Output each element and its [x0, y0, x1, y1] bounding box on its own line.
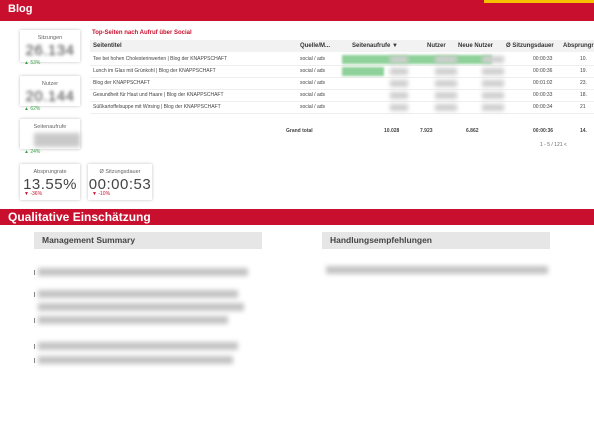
section-title: Qualitative Einschätzung [8, 210, 151, 224]
kpi-label: Absprungrate [33, 169, 67, 175]
bullet-marker [34, 344, 35, 349]
panel-title: Handlungsempfehlungen [330, 235, 432, 245]
redacted-value [435, 56, 457, 63]
redacted-value [482, 68, 504, 75]
column-header-session-duration[interactable]: Ø Sitzungsdauer [506, 43, 554, 49]
panel-recommendations: Handlungsempfehlungen [322, 232, 550, 249]
kpi-card-users[interactable]: Nutzer 20.144 ▲ 62% [20, 76, 80, 112]
column-header-users[interactable]: Nutzer [427, 43, 446, 49]
row-title: Tee bei hohen Cholesterinwerten | Blog d… [93, 56, 228, 62]
bullet-marker [34, 270, 35, 275]
redacted-value [482, 80, 504, 87]
row-title: Lunch im Glas mit Grünkohl | Blog der KN… [93, 68, 216, 74]
row-bounce: 23. [580, 80, 587, 86]
kpi-label: Seitenaufrufe [33, 124, 67, 130]
redacted-text [38, 268, 248, 276]
bullet-marker [34, 292, 35, 297]
row-source: social / ads [300, 104, 326, 110]
redacted-value [482, 92, 504, 99]
row-bounce: 21 [580, 104, 586, 110]
total-bounce: 14. [580, 128, 587, 134]
redacted-text [38, 356, 233, 364]
row-source: social / ads [300, 92, 326, 98]
panel-title: Management Summary [42, 235, 136, 245]
column-header-source[interactable]: Quelle/M... [300, 43, 330, 49]
kpi-label: Nutzer [41, 81, 59, 87]
redacted-value [435, 68, 457, 75]
table-row[interactable]: Süßkartoffelsuppe mit Wirsing | Blog der… [90, 102, 594, 114]
kpi-delta: ▲ 53% [24, 60, 41, 66]
column-header-bounce[interactable]: Absprungr [563, 43, 594, 49]
pageviews-bar [342, 67, 384, 76]
redacted-value [390, 80, 408, 87]
redacted-text [326, 266, 548, 274]
row-session-duration: 00:00:33 [533, 56, 553, 62]
kpi-delta: ▲ 24% [24, 149, 41, 155]
kpi-delta: ▼ -36% [24, 191, 43, 197]
table-total-row: Grand total 10.028 7.923 6.862 00:00:36 … [90, 126, 594, 137]
table-header: Seitentitel Quelle/M... Seitenaufrufe ▼ … [90, 40, 594, 52]
header-accent [484, 0, 594, 3]
pageviews-bar [342, 55, 492, 64]
page-title: Blog [8, 3, 33, 15]
row-title: Gesundheit für Haut und Haare | Blog der… [93, 92, 224, 98]
redacted-value [390, 92, 408, 99]
kpi-value: 20.144 [25, 88, 75, 105]
table-row[interactable]: Gesundheit für Haut und Haare | Blog der… [90, 90, 594, 102]
table-row[interactable]: Tee bei hohen Cholesterinwerten | Blog d… [90, 54, 594, 66]
row-session-duration: 00:00:36 [533, 68, 553, 74]
redacted-value [435, 104, 457, 111]
redacted-value [482, 104, 504, 111]
total-session-duration: 00:00:36 [533, 128, 554, 134]
redacted-text [38, 290, 238, 298]
row-session-duration: 00:01:02 [533, 80, 553, 86]
kpi-card-session-duration[interactable]: Ø Sitzungsdauer 00:00:53 ▼ -10% [88, 164, 152, 200]
redacted-text [38, 316, 228, 324]
kpi-delta: ▲ 62% [24, 106, 41, 112]
row-source: social / ads [300, 68, 326, 74]
row-bounce: 19. [580, 68, 587, 74]
kpi-card-pageviews[interactable]: Seitenaufrufe ▲ 24% [20, 119, 80, 155]
column-header-new-users[interactable]: Neue Nutzer [458, 43, 493, 49]
column-header-title[interactable]: Seitentitel [93, 43, 122, 49]
redacted-value [390, 104, 408, 111]
total-label: Grand total [286, 128, 313, 134]
row-title: Süßkartoffelsuppe mit Wirsing | Blog der… [93, 104, 221, 110]
kpi-value-blurred [34, 133, 80, 147]
redacted-text [38, 303, 244, 311]
redacted-value [390, 68, 408, 75]
kpi-card-bounce-rate[interactable]: Absprungrate 13.55% ▼ -36% [20, 164, 80, 200]
column-header-pageviews[interactable]: Seitenaufrufe ▼ [352, 43, 398, 49]
row-source: social / ads [300, 56, 326, 62]
page-header: Blog [0, 0, 594, 21]
table-pagination[interactable]: 1 - 5 / 121 < [540, 142, 567, 148]
bullet-marker [34, 358, 35, 363]
total-new-users: 6.862 [466, 128, 479, 134]
row-session-duration: 00:00:33 [533, 92, 553, 98]
row-title: Blog der KNAPPSCHAFT [93, 80, 150, 86]
table-row[interactable]: Blog der KNAPPSCHAFT social / ads 00:01:02… [90, 78, 594, 90]
table-title: Top-Seiten nach Aufruf über Social [92, 30, 192, 36]
total-pageviews: 10.028 [384, 128, 400, 134]
redacted-value [435, 80, 457, 87]
panel-management-summary: Management Summary [34, 232, 262, 249]
kpi-card-sessions[interactable]: Sitzungen 26.134 ▲ 53% [20, 30, 80, 66]
kpi-label: Sitzungen [37, 35, 63, 41]
total-users: 7.923 [420, 128, 433, 134]
row-bounce: 18. [580, 92, 587, 98]
section-header: Qualitative Einschätzung [0, 209, 594, 225]
redacted-value [390, 56, 408, 63]
kpi-value: 26.134 [25, 42, 75, 59]
redacted-text [38, 342, 238, 350]
table-row[interactable]: Lunch im Glas mit Grünkohl | Blog der KN… [90, 66, 594, 78]
redacted-value [435, 92, 457, 99]
kpi-delta: ▼ -10% [92, 191, 111, 197]
row-bounce: 10. [580, 56, 587, 62]
row-session-duration: 00:00:34 [533, 104, 553, 110]
row-source: social / ads [300, 80, 326, 86]
bullet-marker [34, 318, 35, 323]
kpi-label: Ø Sitzungsdauer [99, 169, 141, 175]
redacted-value [482, 56, 504, 63]
